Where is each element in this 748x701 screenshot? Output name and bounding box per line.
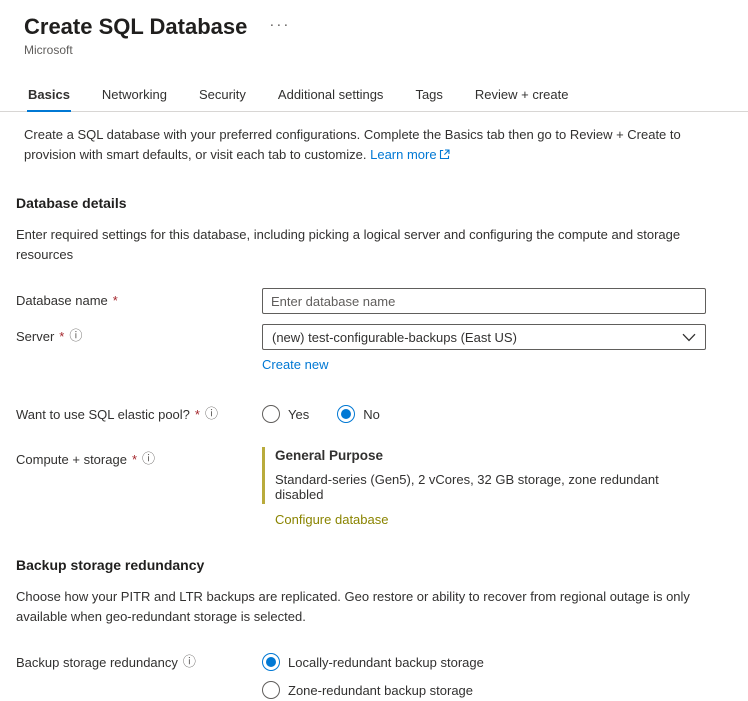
radio-label: No [363,406,380,422]
learn-more-link[interactable]: Learn more [370,147,450,163]
selected-tier-card: General Purpose Standard-series (Gen5), … [262,447,706,505]
info-icon[interactable]: ⓘ [142,453,155,466]
info-icon[interactable]: ⓘ [69,330,82,343]
radio-icon [337,405,356,424]
tab-additional-settings[interactable]: Additional settings [277,81,385,111]
radio-icon [262,653,280,672]
elastic-pool-label: Want to use SQL elastic pool? [16,407,190,423]
required-marker: * [112,293,118,309]
backup-redundancy-radio-group: Locally-redundant backup storage Zone-re… [262,650,706,701]
tab-security[interactable]: Security [198,81,247,111]
radio-icon [262,681,280,700]
info-icon[interactable]: ⓘ [205,408,218,421]
compute-storage-row: Compute + storage * ⓘ General Purpose St… [16,447,720,527]
title-row: Create SQL Database ··· [24,14,724,40]
elastic-pool-radio-group: Yes No [262,402,706,424]
page-title: Create SQL Database [24,14,248,39]
elastic-pool-option-yes[interactable]: Yes [262,405,310,424]
database-details-heading: Database details [16,195,127,212]
backup-option-locally-redundant[interactable]: Locally-redundant backup storage [262,653,706,672]
publisher-label: Microsoft [24,43,73,57]
radio-label: Locally-redundant backup storage [288,654,484,670]
more-options-button[interactable]: ··· [269,16,290,33]
tab-review-create[interactable]: Review + create [474,81,570,111]
tier-details: Standard-series (Gen5), 2 vCores, 32 GB … [275,472,659,503]
server-control: (new) test-configurable-backups (East US… [262,324,706,372]
elastic-pool-row: Want to use SQL elastic pool? * ⓘ Yes No [16,402,720,424]
backup-redundancy-row: Backup storage redundancy ⓘ Locally-redu… [16,650,720,701]
chevron-down-icon [682,333,696,342]
learn-more-label: Learn more [370,147,437,163]
backup-redundancy-label-group: Backup storage redundancy ⓘ [16,650,262,670]
required-marker: * [59,329,65,345]
radio-label: Yes [288,406,310,422]
intro-paragraph: Create a SQL database with your preferre… [24,125,712,165]
required-marker: * [194,407,200,423]
create-new-server-link[interactable]: Create new [262,357,328,372]
database-name-input[interactable] [262,288,706,315]
radio-label: Zone-redundant backup storage [288,682,474,698]
tab-bar: Basics Networking Security Additional se… [0,81,748,112]
elastic-pool-option-no[interactable]: No [337,405,380,424]
database-name-control [262,288,706,315]
tab-tags[interactable]: Tags [414,81,443,111]
tab-networking[interactable]: Networking [101,81,168,111]
compute-storage-control: General Purpose Standard-series (Gen5), … [262,447,706,527]
server-label-group: Server * ⓘ [16,324,262,344]
server-row: Server * ⓘ (new) test-configurable-backu… [16,324,720,372]
backup-description: Choose how your PITR and LTR backups are… [16,589,690,624]
server-dropdown[interactable]: (new) test-configurable-backups (East US… [262,324,706,351]
database-name-label: Database name [16,293,108,309]
elastic-pool-label-group: Want to use SQL elastic pool? * ⓘ [16,402,262,422]
info-icon[interactable]: ⓘ [183,656,196,669]
intro-text: Create a SQL database with your preferre… [24,127,681,163]
backup-heading: Backup storage redundancy [16,557,205,574]
tier-name: General Purpose [275,448,384,464]
compute-storage-label-group: Compute + storage * ⓘ [16,447,262,467]
radio-icon [262,405,280,424]
database-details-description: Enter required settings for this databas… [16,227,681,262]
page-header: Create SQL Database ··· Microsoft [0,14,748,57]
configure-database-link[interactable]: Configure database [275,512,388,527]
external-link-icon [439,149,450,160]
main-content: Create a SQL database with your preferre… [0,125,748,701]
required-marker: * [131,452,137,468]
create-sql-database-page: Create SQL Database ··· Microsoft Basics… [0,0,748,701]
server-label: Server [16,329,55,345]
tab-basics[interactable]: Basics [27,81,71,112]
backup-option-zone-redundant[interactable]: Zone-redundant backup storage [262,681,706,700]
server-dropdown-value: (new) test-configurable-backups (East US… [272,329,517,345]
database-name-row: Database name * [16,288,720,315]
database-name-label-group: Database name * [16,288,262,308]
compute-storage-label: Compute + storage [16,452,127,468]
backup-redundancy-label: Backup storage redundancy [16,655,178,671]
